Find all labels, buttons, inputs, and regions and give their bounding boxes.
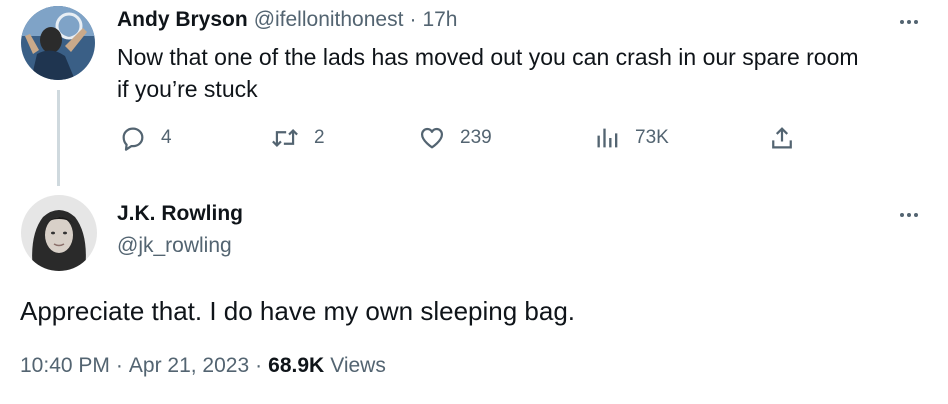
avatar-jk-rowling[interactable] [21,195,97,271]
reply-count: 4 [161,127,172,148]
more-dot-icon [900,213,904,217]
more-dot-icon [907,20,911,24]
share-upload-icon [772,127,792,149]
tweet-timestamp-time[interactable]: 10:40 PM [20,354,110,378]
tweet-timestamp-date[interactable]: Apr 21, 2023 [129,354,249,378]
profile-photo-andy-icon [21,6,95,80]
reply-button[interactable]: 4 [119,124,172,152]
reply-bubble-icon [122,127,144,151]
more-dot-icon [914,213,918,217]
thread-connector-line [57,90,60,186]
main-author-name[interactable]: J.K. Rowling [117,202,243,226]
author-name[interactable]: Andy Bryson [117,8,248,32]
tweet-time[interactable]: 17h [422,8,457,32]
share-button[interactable] [768,124,796,152]
reply-header: Andy Bryson @ifellonithonest · 17h [117,8,457,32]
main-more-options-button[interactable] [900,213,918,217]
main-tweet-text: Appreciate that. I do have my own sleepi… [20,296,576,326]
views-label: Views [330,354,386,377]
reply-text-line-1: Now that one of the lads has moved out y… [117,44,859,70]
retweet-count: 2 [314,127,325,148]
reply-more-options-button[interactable] [900,20,918,24]
reply-text-line-2: if you’re stuck [117,76,258,102]
like-button[interactable]: 239 [418,124,492,152]
views-button[interactable]: 73K [595,124,669,152]
view-count: 68.9K [268,354,325,377]
views-count: 73K [635,127,669,148]
main-author-handle[interactable]: @jk_rowling [117,234,232,258]
more-dot-icon [907,213,911,217]
heart-icon [420,127,444,149]
author-handle[interactable]: @ifellonithonest [254,8,404,32]
meta-separator: · [255,354,263,377]
more-dot-icon [900,20,904,24]
avatar-andy-bryson[interactable] [21,6,95,80]
reply-text: Now that one of the lads has moved out y… [117,41,927,105]
retweet-button[interactable]: 2 [270,124,325,152]
tweet-metadata: 10:40 PM · Apr 21, 2023 · 68.9K Views [20,354,386,378]
meta-separator: · [115,354,123,377]
analytics-bars-icon [597,128,618,148]
retweet-icon [272,128,298,148]
header-separator: · [409,8,417,31]
like-count: 239 [460,127,492,148]
profile-photo-jk-icon [21,195,97,271]
more-dot-icon [914,20,918,24]
